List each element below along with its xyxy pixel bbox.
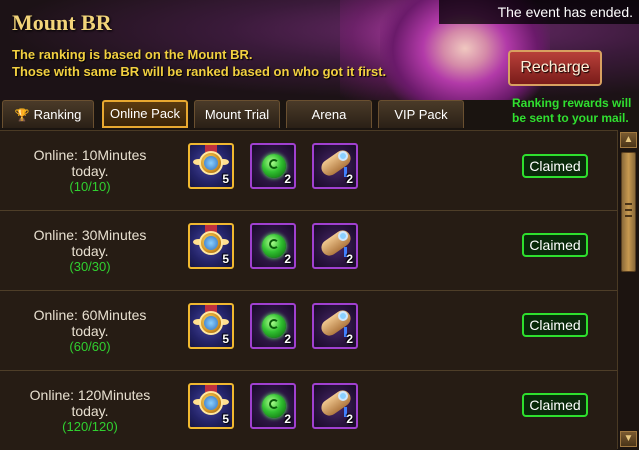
trophy-icon: 🏆 — [14, 108, 30, 122]
claimed-button[interactable]: Claimed — [522, 233, 588, 257]
medal-core — [204, 156, 218, 170]
item-quantity: 5 — [222, 172, 229, 186]
row-requirement: Online: 30Minutes today. (30/30) — [0, 211, 180, 291]
claimed-button[interactable]: Claimed — [522, 313, 588, 337]
item-quantity: 2 — [346, 332, 353, 346]
reward-item-medal[interactable]: 5 — [188, 303, 234, 349]
event-status: The event has ended. — [439, 0, 639, 24]
event-description: The ranking is based on the Mount BR. Th… — [12, 46, 386, 80]
tab-arena-label: Arena — [311, 107, 347, 122]
row-title-line1: Online: 30Minutes — [33, 227, 147, 243]
reward-item-scroll[interactable]: 2 — [312, 143, 358, 189]
event-description-line1: The ranking is based on the Mount BR. — [12, 47, 253, 62]
reward-item-scroll[interactable]: 2 — [312, 383, 358, 429]
reward-item-scroll[interactable]: 2 — [312, 303, 358, 349]
tab-vip-pack[interactable]: VIP Pack — [378, 100, 464, 128]
list-item: Online: 120Minutes today. (120/120) 5 2 … — [0, 371, 617, 450]
ranking-rewards-note-line1: Ranking rewards will — [512, 96, 632, 110]
item-quantity: 2 — [346, 172, 353, 186]
event-banner: Mount BR The ranking is based on the Mou… — [0, 0, 639, 100]
row-title-line2: today. — [71, 163, 109, 179]
item-quantity: 5 — [222, 412, 229, 426]
tab-ranking-label: Ranking — [33, 107, 82, 122]
scrollbar-grip — [625, 215, 632, 217]
tab-ranking[interactable]: 🏆 Ranking — [2, 100, 94, 128]
medal-core — [204, 396, 218, 410]
row-title-line1: Online: 120Minutes — [29, 387, 151, 403]
row-requirement: Online: 10Minutes today. (10/10) — [0, 131, 180, 211]
scroll-down-arrow-icon[interactable]: ▼ — [620, 431, 637, 447]
event-description-line2: Those with same BR will be ranked based … — [12, 64, 387, 79]
event-title: Mount BR — [12, 10, 112, 35]
scroll-seal — [338, 231, 348, 241]
scroll-seal — [338, 311, 348, 321]
gem-symbol — [269, 239, 279, 249]
row-progress: (30/30) — [69, 259, 111, 274]
online-pack-list: Online: 10Minutes today. (10/10) 5 2 2 C… — [0, 130, 617, 450]
medal-core — [204, 316, 218, 330]
ranking-rewards-note: Ranking rewards will be sent to your mai… — [512, 96, 631, 126]
item-quantity: 2 — [284, 332, 291, 346]
reward-item-gem[interactable]: 2 — [250, 223, 296, 269]
row-title-line2: today. — [71, 243, 109, 259]
scrollbar-thumb[interactable] — [621, 152, 636, 272]
row-title-line2: today. — [71, 403, 109, 419]
tab-mount-trial[interactable]: Mount Trial — [194, 100, 280, 128]
scrollbar-grip — [625, 209, 632, 211]
item-quantity: 2 — [284, 172, 291, 186]
row-requirement: Online: 60Minutes today. (60/60) — [0, 291, 180, 371]
claimed-button[interactable]: Claimed — [522, 393, 588, 417]
row-title-line1: Online: 10Minutes — [33, 147, 147, 163]
gem-symbol — [269, 159, 279, 169]
reward-item-gem[interactable]: 2 — [250, 303, 296, 349]
reward-item-scroll[interactable]: 2 — [312, 223, 358, 269]
item-quantity: 5 — [222, 332, 229, 346]
tab-arena[interactable]: Arena — [286, 100, 372, 128]
tab-vip-pack-label: VIP Pack — [394, 107, 448, 122]
scroll-up-arrow-icon[interactable]: ▲ — [620, 132, 637, 148]
row-progress: (120/120) — [62, 419, 118, 434]
claimed-button[interactable]: Claimed — [522, 154, 588, 178]
reward-item-medal[interactable]: 5 — [188, 143, 234, 189]
tab-bar: 🏆 Ranking Online Pack Mount Trial Arena V… — [0, 100, 510, 130]
recharge-button[interactable]: Recharge — [508, 50, 602, 86]
row-progress: (10/10) — [69, 179, 111, 194]
row-requirement: Online: 120Minutes today. (120/120) — [0, 371, 180, 450]
tab-online-pack[interactable]: Online Pack — [102, 100, 188, 128]
reward-item-medal[interactable]: 5 — [188, 383, 234, 429]
list-item: Online: 10Minutes today. (10/10) 5 2 2 C… — [0, 131, 617, 211]
item-quantity: 2 — [346, 252, 353, 266]
reward-item-gem[interactable]: 2 — [250, 143, 296, 189]
list-scrollbar[interactable]: ▲ ▼ — [617, 130, 639, 449]
scroll-seal — [338, 391, 348, 401]
item-quantity: 2 — [284, 412, 291, 426]
gem-symbol — [269, 319, 279, 329]
item-quantity: 2 — [346, 412, 353, 426]
row-title-line1: Online: 60Minutes — [33, 307, 147, 323]
row-progress: (60/60) — [69, 339, 111, 354]
medal-core — [204, 236, 218, 250]
item-quantity: 5 — [222, 252, 229, 266]
scrollbar-grip — [625, 203, 632, 205]
gem-symbol — [269, 399, 279, 409]
list-item: Online: 60Minutes today. (60/60) 5 2 2 C… — [0, 291, 617, 371]
reward-item-gem[interactable]: 2 — [250, 383, 296, 429]
tab-mount-trial-label: Mount Trial — [204, 107, 270, 122]
reward-item-medal[interactable]: 5 — [188, 223, 234, 269]
tab-online-pack-label: Online Pack — [109, 106, 181, 121]
scroll-seal — [338, 151, 348, 161]
list-item: Online: 30Minutes today. (30/30) 5 2 2 C… — [0, 211, 617, 291]
ranking-rewards-note-line2: be sent to your mail. — [512, 111, 629, 125]
row-title-line2: today. — [71, 323, 109, 339]
item-quantity: 2 — [284, 252, 291, 266]
